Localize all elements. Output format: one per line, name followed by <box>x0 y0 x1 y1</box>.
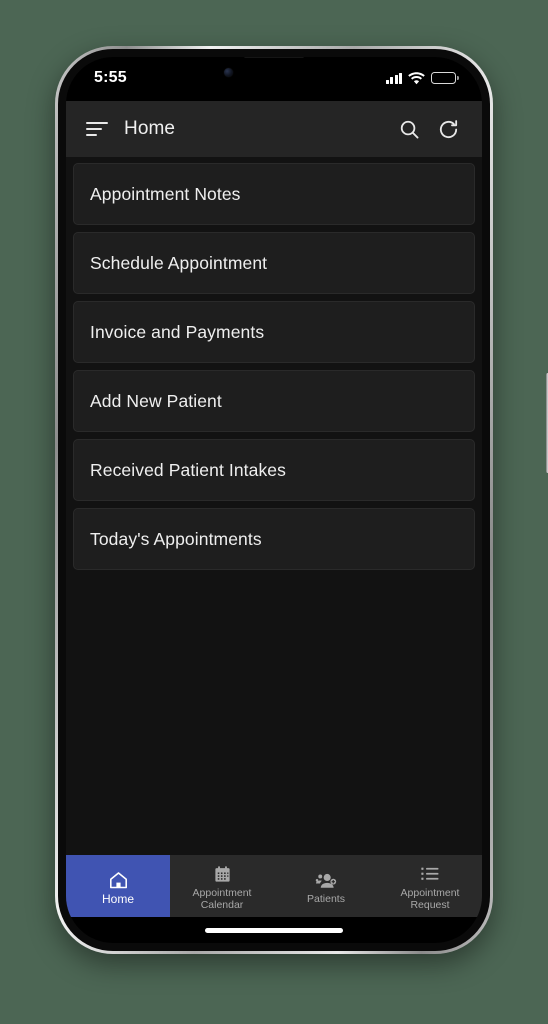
home-indicator-area <box>66 917 482 943</box>
bottom-navigation-bar: Home Appointment Calendar Patients Appoi… <box>66 855 482 917</box>
menu-item-label: Today's Appointments <box>90 528 262 549</box>
menu-item-todays-appointments[interactable]: Today's Appointments <box>73 508 475 570</box>
phone-frame: 5:55 Home Appointment Notes Schedule App… <box>55 46 548 954</box>
wifi-icon <box>408 71 425 85</box>
home-indicator[interactable] <box>205 927 343 933</box>
nav-tab-home[interactable]: Home <box>66 855 170 917</box>
front-camera-icon <box>224 68 233 77</box>
sort-menu-icon[interactable] <box>86 118 108 141</box>
nav-tab-label: Home <box>101 892 134 906</box>
nav-tab-appointment-calendar[interactable]: Appointment Calendar <box>170 855 274 917</box>
nav-tab-label: Patients <box>307 893 345 905</box>
menu-item-label: Add New Patient <box>90 390 222 411</box>
nav-tab-patients[interactable]: Patients <box>274 855 378 917</box>
home-icon <box>108 869 129 891</box>
menu-item-label: Schedule Appointment <box>90 252 268 273</box>
people-group-icon <box>315 869 337 891</box>
notch <box>190 57 358 88</box>
menu-item-add-new-patient[interactable]: Add New Patient <box>73 370 475 432</box>
search-icon[interactable] <box>398 118 421 141</box>
menu-item-schedule-appointment[interactable]: Schedule Appointment <box>73 232 475 294</box>
list-icon <box>420 863 440 885</box>
earpiece-speaker <box>244 57 304 58</box>
menu-item-invoice-and-payments[interactable]: Invoice and Payments <box>73 301 475 363</box>
menu-item-appointment-notes[interactable]: Appointment Notes <box>73 163 475 225</box>
app-bar: Home <box>66 101 482 157</box>
refresh-icon[interactable] <box>437 118 460 141</box>
menu-item-label: Appointment Notes <box>90 183 241 204</box>
status-bar-icons <box>385 71 459 85</box>
menu-item-received-patient-intakes[interactable]: Received Patient Intakes <box>73 439 475 501</box>
battery-icon <box>431 72 459 84</box>
menu-item-label: Received Patient Intakes <box>90 459 286 480</box>
nav-tab-label: Appointment Calendar <box>192 887 252 911</box>
nav-tab-appointment-request[interactable]: Appointment Request <box>378 855 482 917</box>
status-bar-time: 5:55 <box>94 69 127 86</box>
calendar-icon <box>213 863 232 885</box>
page-title: Home <box>124 118 176 139</box>
phone-screen: 5:55 Home Appointment Notes Schedule App… <box>66 57 482 943</box>
nav-tab-label: Appointment Request <box>400 887 460 911</box>
phone-bezel: 5:55 Home Appointment Notes Schedule App… <box>58 49 490 951</box>
menu-list: Appointment Notes Schedule Appointment I… <box>66 157 482 855</box>
cellular-signal-icon <box>385 72 402 84</box>
menu-item-label: Invoice and Payments <box>90 321 265 342</box>
